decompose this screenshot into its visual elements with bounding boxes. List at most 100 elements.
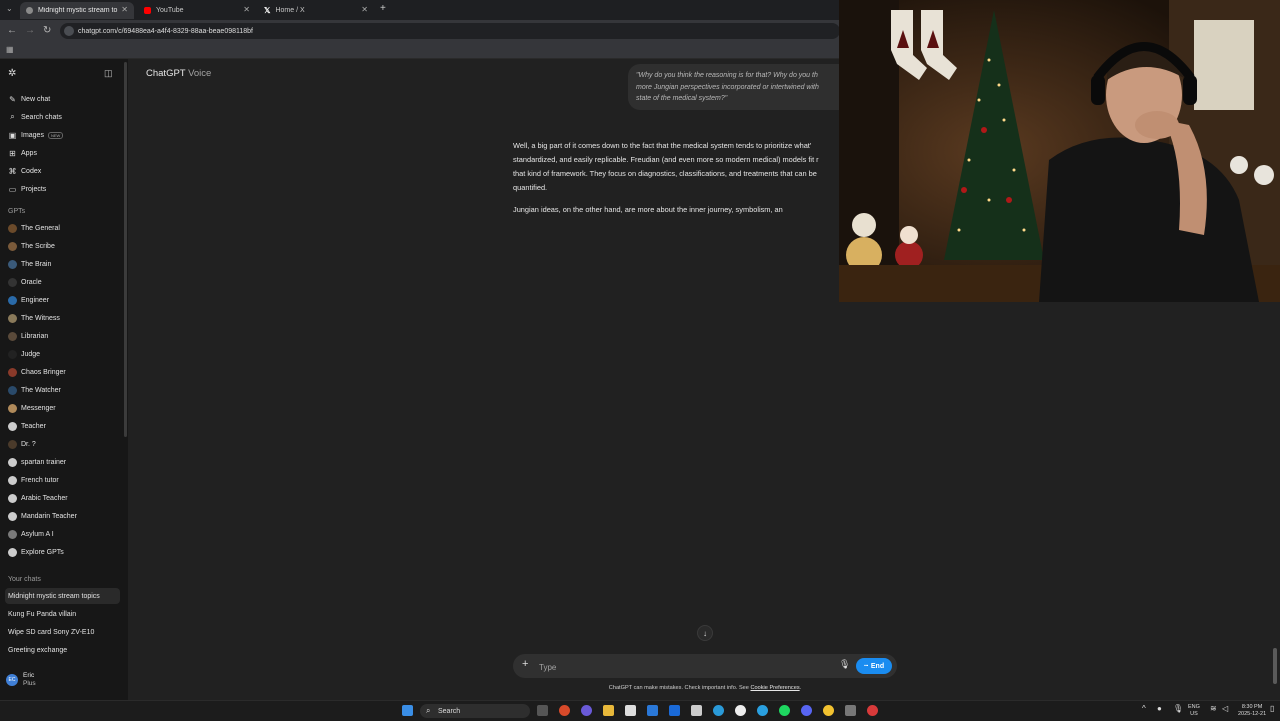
end-voice-button[interactable]: ··· End: [856, 658, 892, 674]
avatar: EC: [6, 674, 18, 686]
sidebar-item-new-chat[interactable]: ✎ New chat: [5, 91, 120, 107]
gpt-avatar-icon: [8, 331, 17, 341]
chat-history-item[interactable]: Kung Fu Panda villain: [5, 606, 120, 622]
composer: + 🎙 ··· End: [513, 654, 897, 678]
task-view-icon[interactable]: [537, 705, 548, 716]
back-icon[interactable]: ←: [7, 25, 17, 36]
sidebar-gpt-item[interactable]: Librarian: [5, 328, 120, 344]
sidebar-gpt-item[interactable]: The Scribe: [5, 238, 120, 254]
close-tab-icon[interactable]: ✕: [121, 5, 128, 14]
microphone-icon[interactable]: 🎙: [839, 659, 850, 670]
sidebar-gpt-item[interactable]: Asylum A I: [5, 526, 120, 542]
close-tab-icon[interactable]: ✕: [243, 5, 250, 14]
tab-title: Midnight mystic stream to: [38, 7, 118, 14]
page-title[interactable]: ChatGPT Voice: [146, 68, 211, 79]
apps-grid-icon[interactable]: ▦: [6, 45, 14, 54]
sidebar-gpt-item[interactable]: The Witness: [5, 310, 120, 326]
reload-icon[interactable]: ↻: [43, 25, 51, 36]
clock[interactable]: 8:30 PM 2025-12-21: [1238, 704, 1266, 718]
chat-history-item[interactable]: Wipe SD card Sony ZV-E10: [5, 624, 120, 640]
code-icon: ⌘: [8, 166, 17, 176]
sidebar-gpt-item[interactable]: Engineer: [5, 292, 120, 308]
sidebar-gpt-item[interactable]: Arabic Teacher: [5, 490, 120, 506]
edge-icon[interactable]: [713, 705, 724, 716]
sidebar-item-search-chats[interactable]: ⌕ Search chats: [5, 109, 120, 125]
chat-title: Greeting exchange: [8, 646, 68, 654]
sidebar-gpt-item[interactable]: Teacher: [5, 418, 120, 434]
discord-icon[interactable]: [801, 705, 812, 716]
volume-icon[interactable]: ◁: [1222, 705, 1228, 713]
sidebar-gpt-item[interactable]: Messenger: [5, 400, 120, 416]
tab-search-icon[interactable]: ⌄: [6, 4, 13, 13]
outlook-icon[interactable]: [669, 705, 680, 716]
sidebar-gpt-item[interactable]: Oracle: [5, 274, 120, 290]
sidebar-item-apps[interactable]: ⊞ Apps: [5, 145, 120, 161]
chat-history-item[interactable]: Greeting exchange: [5, 642, 120, 658]
answer-line: standardized, and easily replicable. Fre…: [513, 155, 819, 164]
tray-app-icon[interactable]: ●: [1157, 705, 1162, 713]
disclaimer-text: ChatGPT can make mistakes. Check importa…: [608, 685, 749, 691]
chevron-up-icon[interactable]: ^: [1142, 705, 1146, 713]
settings-icon[interactable]: [845, 705, 856, 716]
notification-icon[interactable]: ▯: [1270, 705, 1274, 713]
gpt-avatar-icon: [8, 457, 17, 467]
tab-chatgpt[interactable]: Midnight mystic stream to ✕: [20, 2, 134, 19]
sidebar-gpt-item[interactable]: Judge: [5, 346, 120, 362]
webcam-scene: [839, 0, 1280, 302]
new-badge: NEW: [47, 131, 64, 139]
chrome-icon[interactable]: [823, 705, 834, 716]
store-icon[interactable]: [625, 705, 636, 716]
taskbar-search[interactable]: ⌕ Search: [420, 704, 530, 718]
add-attachment-button[interactable]: +: [522, 658, 528, 670]
sidebar-gpt-item[interactable]: The Watcher: [5, 382, 120, 398]
app-icon[interactable]: [647, 705, 658, 716]
sidebar-item-images[interactable]: ▣ Images NEW: [5, 127, 120, 143]
file-explorer-icon[interactable]: [603, 705, 614, 716]
telegram-icon[interactable]: [757, 705, 768, 716]
gpt-label: The Witness: [21, 314, 60, 322]
wifi-icon[interactable]: ≋: [1210, 705, 1217, 713]
tab-title: Home / X: [275, 7, 305, 14]
page-scrollbar[interactable]: [1273, 648, 1277, 684]
new-tab-button[interactable]: +: [380, 3, 386, 14]
sidebar-gpt-item[interactable]: Dr. ?: [5, 436, 120, 452]
sidebar-gpt-item[interactable]: The Brain: [5, 256, 120, 272]
sidebar-gpt-item[interactable]: spartan trainer: [5, 454, 120, 470]
app-icon[interactable]: [867, 705, 878, 716]
spotify-icon[interactable]: [779, 705, 790, 716]
forward-icon[interactable]: →: [25, 25, 35, 36]
chat-history-item[interactable]: Midnight mystic stream topics: [5, 588, 120, 604]
sidebar-gpt-item[interactable]: Chaos Bringer: [5, 364, 120, 380]
sidebar-gpt-item[interactable]: Explore GPTs: [5, 544, 120, 560]
site-info-icon[interactable]: [64, 26, 74, 36]
close-tab-icon[interactable]: ✕: [361, 5, 368, 14]
toggle-sidebar-icon[interactable]: ◫: [104, 68, 113, 79]
tab-x[interactable]: 𝕏 Home / X ✕: [258, 2, 374, 19]
sidebar-item-codex[interactable]: ⌘ Codex: [5, 163, 120, 179]
app-icon[interactable]: [559, 705, 570, 716]
sidebar-gpt-item[interactable]: Mandarin Teacher: [5, 508, 120, 524]
url-field[interactable]: chatgpt.com/c/69488ea4-a4f4-8329-88aa-be…: [60, 23, 840, 39]
openai-logo-icon[interactable]: ✲: [8, 68, 16, 79]
scroll-down-button[interactable]: ↓: [697, 625, 713, 641]
language-indicator[interactable]: ENG US: [1188, 704, 1200, 718]
message-input[interactable]: [537, 659, 821, 675]
copilot-icon[interactable]: [581, 705, 592, 716]
tab-youtube[interactable]: YouTube ✕: [138, 2, 256, 19]
app-icon[interactable]: [735, 705, 746, 716]
gpt-avatar-icon: [8, 259, 17, 269]
windows-start-icon[interactable]: [402, 705, 413, 716]
gpt-avatar-icon: [8, 493, 17, 503]
gpt-avatar-icon: [8, 403, 17, 413]
sidebar-gpt-item[interactable]: The General: [5, 220, 120, 236]
app-icon[interactable]: [691, 705, 702, 716]
cookie-preferences-link[interactable]: Cookie Preferences: [750, 685, 799, 691]
sidebar-item-projects[interactable]: ▭ Projects: [5, 181, 120, 197]
microphone-tray-icon[interactable]: 🎙: [1173, 705, 1183, 713]
folder-icon: ▭: [8, 184, 17, 194]
taskbar: ⌕ Search ^ ● 🎙 ENG US ≋ ◁ 8:30 PM 2025-1…: [0, 700, 1280, 721]
user-menu[interactable]: EC Eric Plus: [6, 672, 36, 688]
sidebar-scrollbar[interactable]: [124, 62, 127, 437]
sidebar-gpt-item[interactable]: French tutor: [5, 472, 120, 488]
quote-line: "Why do you think the reasoning is for t…: [636, 72, 818, 79]
